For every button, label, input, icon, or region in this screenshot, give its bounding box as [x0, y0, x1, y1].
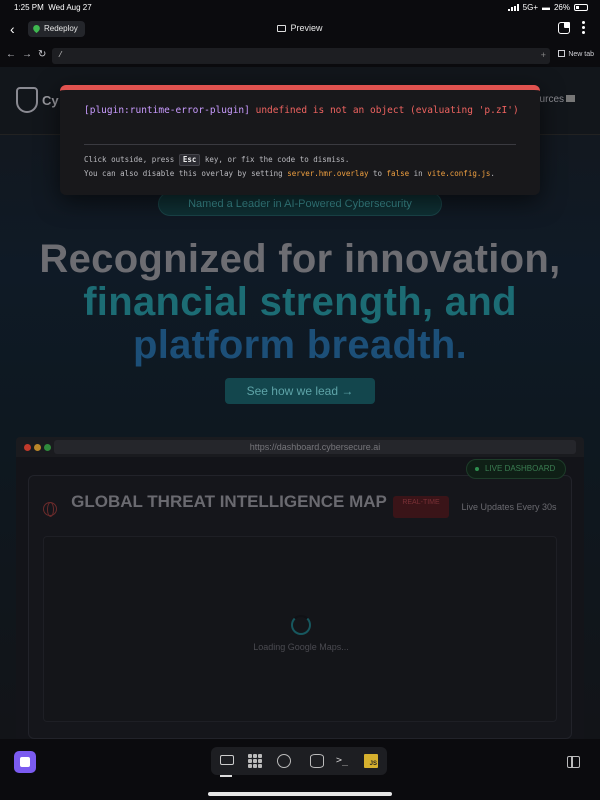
- error-text: undefined is not an object (evaluating '…: [255, 105, 519, 116]
- esc-key: Esc: [178, 154, 201, 166]
- url-input[interactable]: / +: [52, 48, 550, 64]
- car-icon: ▬: [541, 3, 550, 12]
- status-bar: 1:25 PM Wed Aug 27 5G+ ▬ 26%: [0, 0, 600, 14]
- stop-button[interactable]: [14, 751, 36, 773]
- globe-icon: [43, 502, 57, 517]
- monitor-icon[interactable]: [220, 755, 234, 765]
- see-how-we-lead-button[interactable]: See how we lead →: [225, 378, 375, 404]
- new-tab-button[interactable]: New tab: [558, 50, 594, 58]
- map-area[interactable]: Loading Google Maps...: [43, 536, 557, 722]
- error-plugin: [plugin:runtime-error-plugin]: [84, 105, 250, 116]
- terminal-icon[interactable]: >_: [336, 754, 354, 768]
- dashboard-panel: GLOBAL THREAT INTELLIGENCE MAP REAL-TIME…: [16, 457, 584, 739]
- tool-group: >_ JS: [211, 747, 387, 775]
- battery-icon: [574, 4, 588, 11]
- error-divider: [84, 144, 516, 145]
- bottom-toolbar: >_ JS: [0, 739, 600, 800]
- active-tab-indicator: [220, 775, 232, 777]
- false-value: false: [386, 169, 410, 178]
- app-bar: ‹ Redeploy Preview: [0, 14, 600, 44]
- maximize-dot: [44, 444, 51, 451]
- hero-heading-line1: Recognized for innovation,: [39, 237, 561, 281]
- globe-icon[interactable]: [277, 754, 291, 768]
- side-panel-icon[interactable]: [567, 756, 580, 768]
- config-file: vite.config.js: [427, 169, 491, 178]
- hmr-setting: server.hmr.overlay: [287, 169, 369, 178]
- reload-icon[interactable]: ↻: [38, 49, 46, 60]
- network-label: 5G+: [522, 3, 538, 12]
- stop-icon: [20, 757, 30, 767]
- site-logo-text: Cy: [42, 93, 59, 108]
- shield-logo-icon: [16, 87, 38, 113]
- database-icon[interactable]: [310, 754, 324, 768]
- monitor-icon: [277, 25, 287, 32]
- error-tip-dismiss: Click outside, press Esc key, or fix the…: [84, 154, 350, 166]
- nav-resources-link[interactable]: ources: [534, 94, 576, 105]
- javascript-icon[interactable]: JS: [364, 754, 378, 768]
- url-row: ← → ↻ / + New tab: [0, 46, 600, 66]
- status-right: 5G+ ▬ 26%: [507, 3, 588, 12]
- hero-heading-line3: platform breadth.: [132, 323, 467, 367]
- hero-heading-line2: financial strength, and: [83, 280, 517, 324]
- home-indicator: [208, 792, 392, 796]
- grid-icon[interactable]: [248, 754, 262, 768]
- loading-text: Loading Google Maps...: [253, 642, 349, 652]
- leader-badge: Named a Leader in AI-Powered Cybersecuri…: [158, 192, 442, 216]
- tabs-icon[interactable]: [558, 22, 570, 34]
- back-arrow-icon[interactable]: ←: [6, 49, 16, 60]
- forward-arrow-icon[interactable]: →: [22, 49, 32, 60]
- live-dashboard-badge: LIVE DASHBOARD: [466, 459, 567, 479]
- loading-spinner-icon: [291, 615, 311, 635]
- map-title: GLOBAL THREAT INTELLIGENCE MAP: [71, 492, 387, 511]
- signal-icon: [507, 4, 519, 11]
- status-time: 1:25 PM Wed Aug 27: [14, 3, 92, 12]
- preview-title: Preview: [0, 23, 600, 33]
- live-updates-text: Live Updates Every 30s: [461, 502, 557, 512]
- minimize-dot: [34, 444, 41, 451]
- battery-percent: 26%: [553, 3, 570, 12]
- error-message: [plugin:runtime-error-plugin] undefined …: [84, 105, 519, 116]
- threat-map-card: GLOBAL THREAT INTELLIGENCE MAP REAL-TIME…: [28, 475, 572, 739]
- more-icon[interactable]: [582, 21, 586, 35]
- mock-url: https://dashboard.cybersecure.ai: [54, 440, 576, 454]
- close-dot: [24, 444, 31, 451]
- error-tip-disable: You can also disable this overlay by set…: [84, 169, 495, 178]
- runtime-error-overlay[interactable]: [plugin:runtime-error-plugin] undefined …: [60, 85, 540, 195]
- dropdown-icon: [566, 95, 576, 102]
- add-icon[interactable]: +: [541, 48, 546, 64]
- mock-browser-bar: https://dashboard.cybersecure.ai: [16, 437, 584, 457]
- realtime-badge: REAL-TIME: [393, 496, 449, 518]
- new-tab-icon: [558, 50, 566, 57]
